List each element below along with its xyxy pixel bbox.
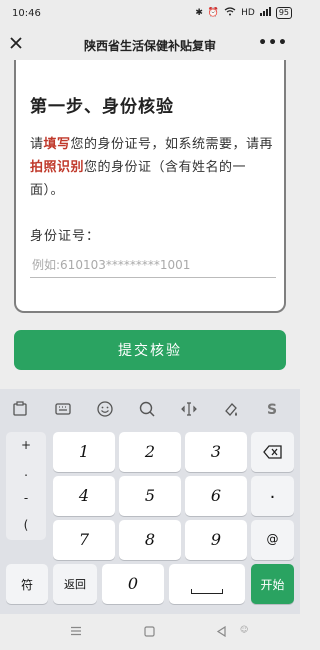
- keyboard: S + . - ( 1 2 3 4 5 6 . 7 8 9 @ 符 返回 0 开…: [0, 389, 300, 614]
- keyboard-toolbar: S: [0, 389, 300, 429]
- key-label: 7: [78, 530, 90, 549]
- instr-text-1: 请: [30, 137, 44, 152]
- key-label: 3: [210, 442, 222, 461]
- key-label: 5: [144, 486, 156, 505]
- key-label: 返回: [64, 578, 86, 591]
- key-label: 8: [144, 530, 156, 549]
- back-key[interactable]: 返回: [53, 564, 97, 604]
- id-number-label: 身份证号：: [30, 229, 101, 244]
- menu-icon[interactable]: [70, 626, 82, 636]
- submit-verification-button[interactable]: 提交核验: [14, 330, 286, 370]
- id-number-input[interactable]: [30, 253, 276, 278]
- accessibility-icon: ☺: [240, 625, 249, 634]
- symbol-paren[interactable]: (: [6, 518, 46, 532]
- key-dot[interactable]: .: [251, 476, 294, 516]
- home-icon[interactable]: [144, 626, 155, 637]
- key-label: 6: [210, 486, 222, 505]
- symbol-dot[interactable]: .: [6, 465, 46, 479]
- step-title: 第一步、身份核验: [30, 97, 174, 117]
- key-label: 4: [78, 486, 90, 505]
- backspace-icon: [263, 445, 282, 459]
- svg-text:S: S: [267, 402, 277, 418]
- key-2[interactable]: 2: [119, 432, 181, 472]
- key-label: 2: [144, 442, 156, 461]
- bluetooth-icon: ✱: [195, 8, 203, 18]
- key-label: .: [269, 482, 276, 503]
- status-icons: ✱ ⏰ HD 95: [195, 7, 292, 19]
- key-0[interactable]: 0: [102, 564, 164, 604]
- space-icon: [191, 589, 223, 594]
- verification-card: 第一步、身份核验 请填写您的身份证号，如系统需要，请再拍照识别您的身份证（含有姓…: [14, 60, 286, 313]
- key-label: 1: [78, 442, 90, 461]
- key-8[interactable]: 8: [119, 520, 181, 560]
- key-label: 符: [20, 578, 33, 592]
- key-4[interactable]: 4: [53, 476, 115, 516]
- symbol-plus[interactable]: +: [6, 438, 46, 452]
- symbol-column[interactable]: + . - (: [6, 432, 46, 540]
- symbol-minus[interactable]: -: [6, 491, 46, 505]
- backspace-key[interactable]: [251, 432, 294, 472]
- instructions: 请填写您的身份证号，如系统需要，请再拍照识别您的身份证（含有姓名的一面）。: [30, 133, 274, 202]
- instr-highlight-photo: 拍照识别: [30, 160, 85, 175]
- emoji-icon[interactable]: [96, 400, 114, 418]
- status-time: 10:46: [12, 8, 41, 19]
- sogou-logo-icon[interactable]: S: [264, 400, 282, 418]
- signal-icon: [259, 7, 271, 19]
- clipboard-icon[interactable]: [11, 400, 29, 418]
- back-icon[interactable]: [216, 626, 227, 637]
- key-9[interactable]: 9: [185, 520, 247, 560]
- start-key[interactable]: 开始: [251, 564, 294, 604]
- instr-text-2: 您的身份证号，如系统需要，请再: [70, 137, 274, 152]
- key-label: 0: [127, 574, 139, 593]
- wifi-icon: [224, 7, 236, 19]
- instr-highlight-fill: 填写: [43, 137, 71, 152]
- key-label: @: [266, 532, 279, 546]
- page-title: 陕西省生活保健补贴复审: [83, 39, 216, 53]
- skin-icon[interactable]: [222, 400, 240, 418]
- key-6[interactable]: 6: [185, 476, 247, 516]
- key-7[interactable]: 7: [53, 520, 115, 560]
- network-label: HD: [241, 8, 255, 18]
- key-1[interactable]: 1: [53, 432, 115, 472]
- alarm-icon: ⏰: [207, 8, 220, 18]
- status-bar: 10:46 ✱ ⏰ HD 95: [0, 0, 300, 30]
- key-5[interactable]: 5: [119, 476, 181, 516]
- key-at[interactable]: @: [251, 520, 294, 560]
- battery-icon: 95: [275, 7, 292, 19]
- key-label: 开始: [260, 578, 285, 592]
- symbol-key[interactable]: 符: [6, 564, 48, 604]
- space-key[interactable]: [169, 564, 245, 604]
- title-bar: 陕西省生活保健补贴复审 •••: [0, 30, 300, 60]
- search-icon[interactable]: [138, 400, 156, 418]
- cursor-move-icon[interactable]: [180, 400, 198, 418]
- more-icon[interactable]: •••: [258, 35, 288, 51]
- keyboard-icon[interactable]: [54, 400, 72, 418]
- navigation-bar: ☺: [0, 614, 300, 650]
- key-label: 9: [210, 530, 222, 549]
- key-3[interactable]: 3: [185, 432, 247, 472]
